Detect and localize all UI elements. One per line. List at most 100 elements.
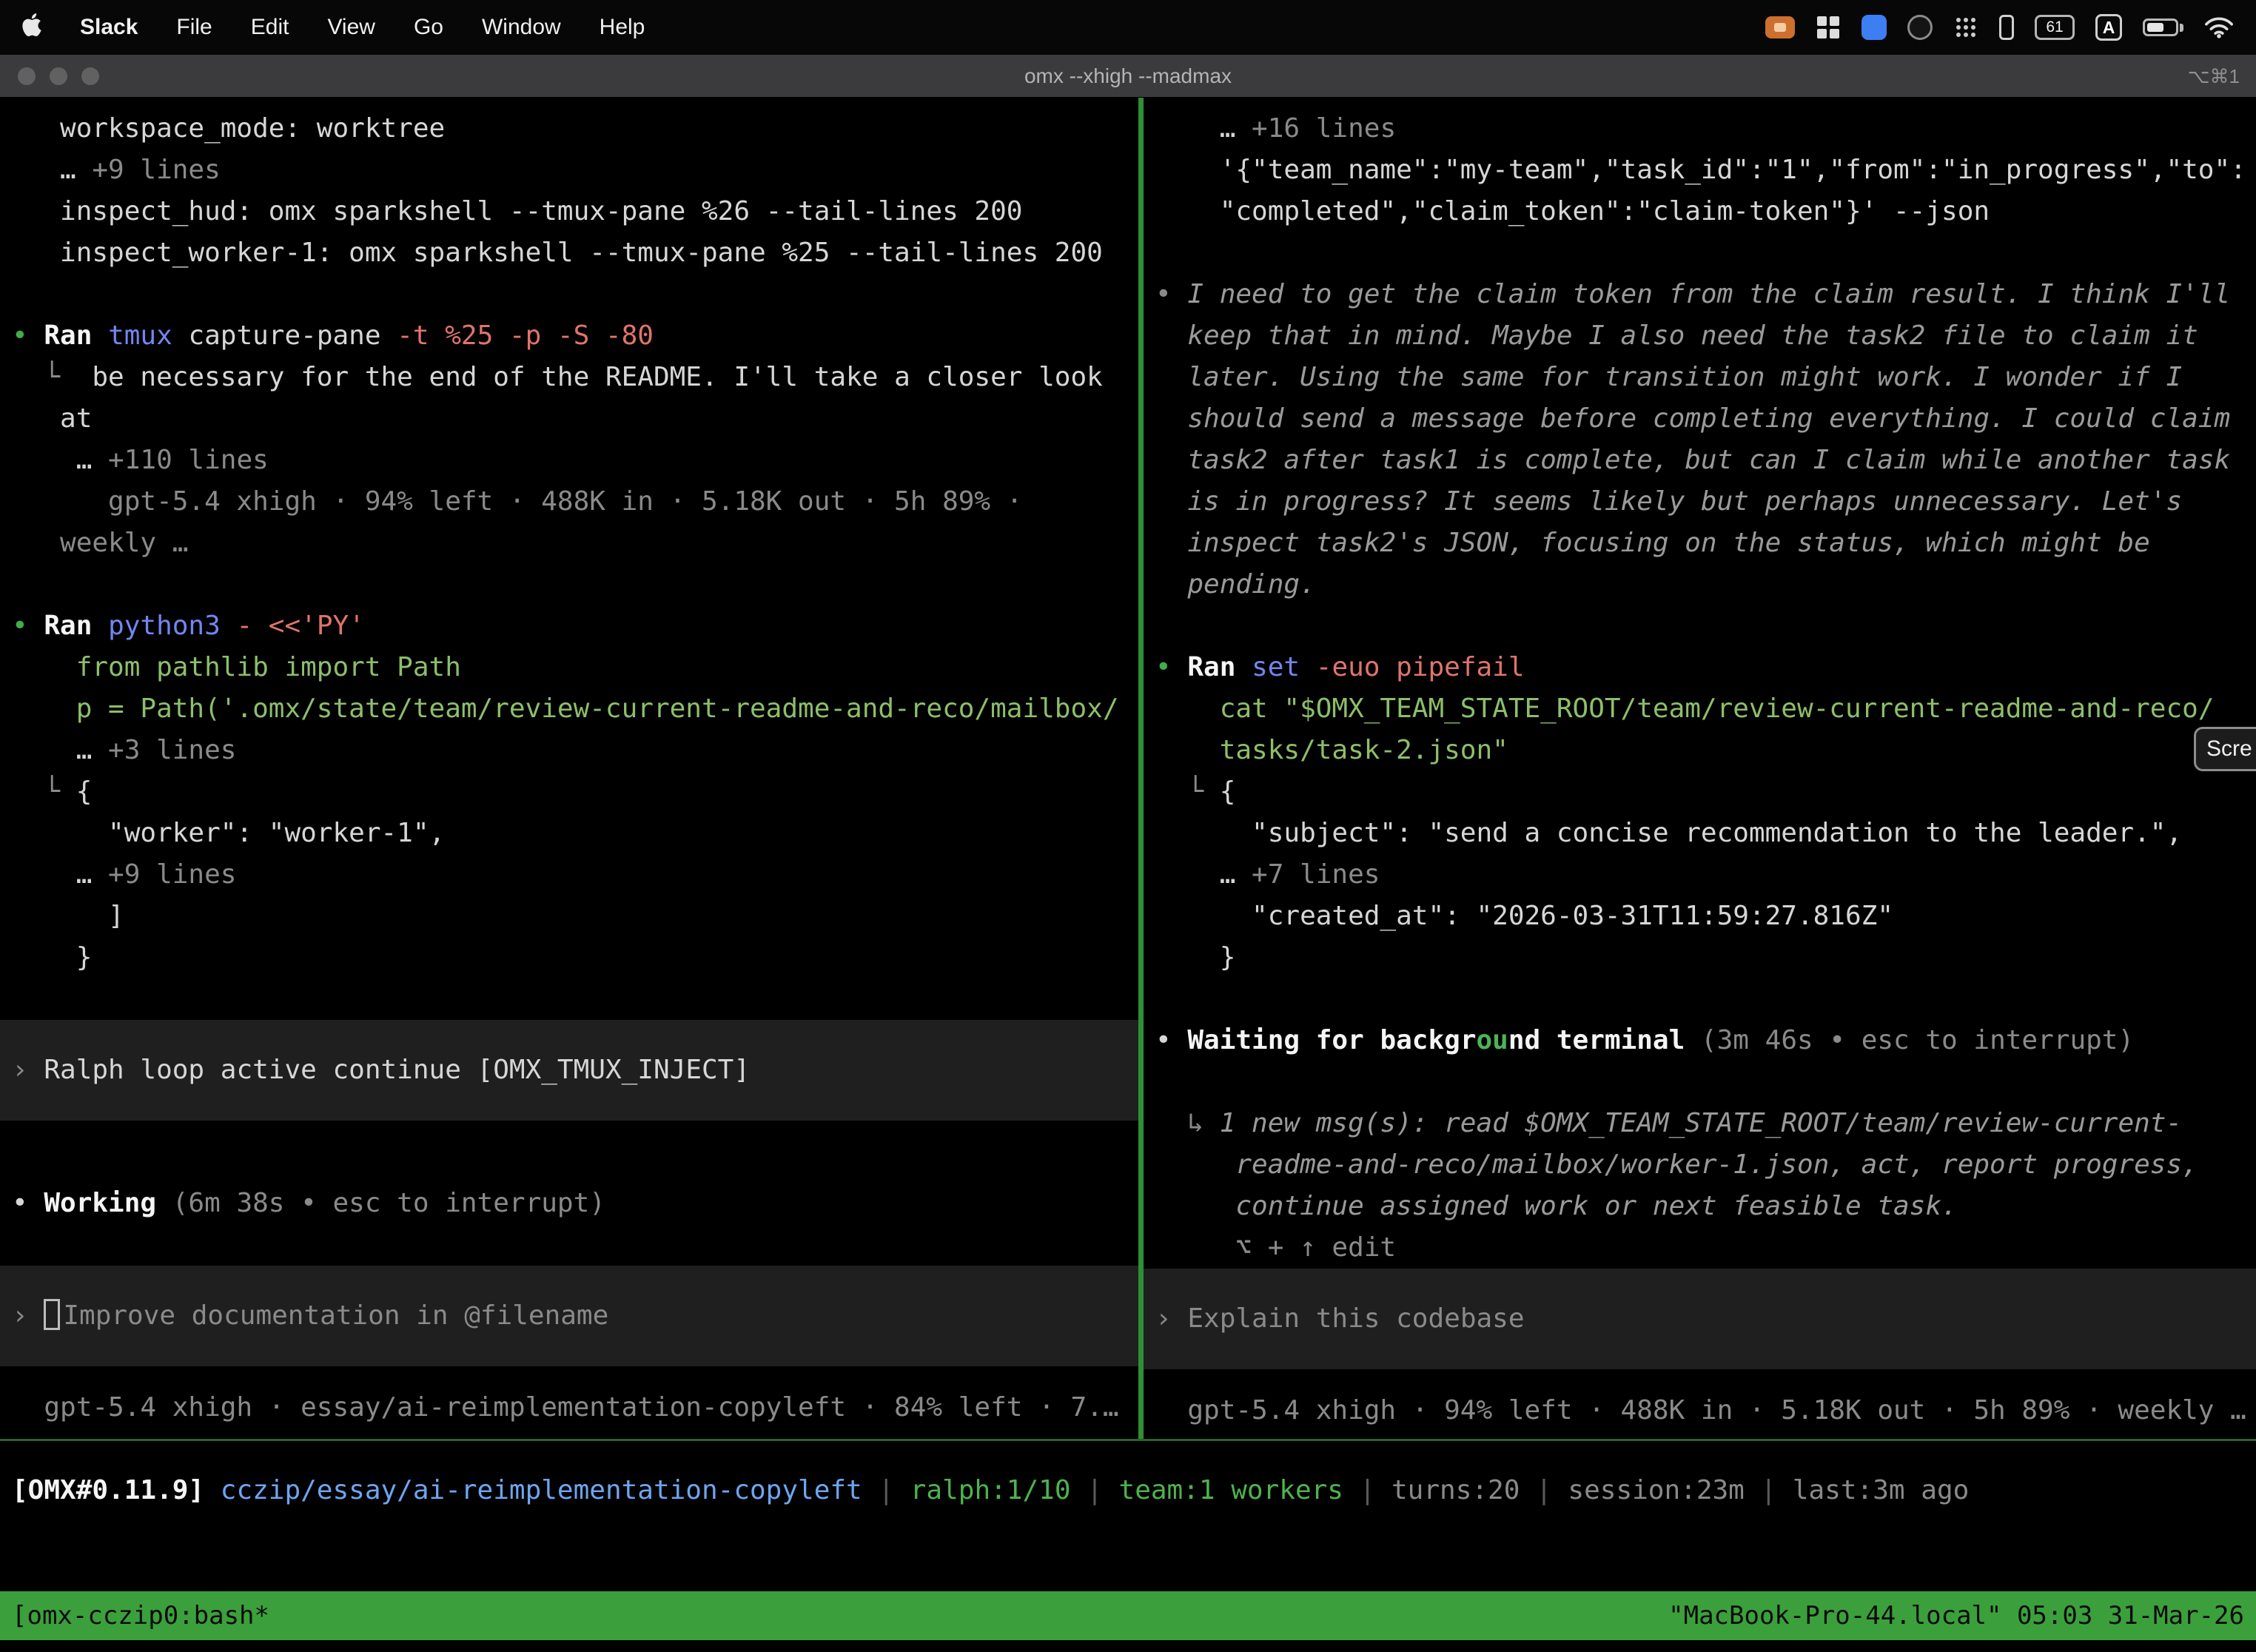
terminal-line bbox=[1155, 605, 2256, 647]
text-segment: "completed","claim_token":"claim-token"}… bbox=[1155, 196, 1990, 226]
app-circle-icon[interactable] bbox=[1907, 11, 1933, 44]
battery-percentage-value: 61 bbox=[2046, 19, 2063, 36]
text-segment: ou bbox=[1477, 1025, 1508, 1055]
tmux-host-clock: "MacBook-Pro-44.local" 05:03 31-Mar-26 bbox=[1668, 1601, 2244, 1631]
terminal-line: "worker": "worker-1", bbox=[12, 813, 1138, 854]
terminal-line: pending. bbox=[1155, 564, 2256, 605]
text-segment: should send a message before completing … bbox=[1155, 403, 2230, 434]
text-segment: weekly … bbox=[12, 528, 188, 558]
terminal-line: └ be necessary for the end of the README… bbox=[12, 357, 1138, 398]
text-segment: Ran bbox=[44, 320, 108, 351]
menu-bar-left: Slack File Edit View Go Window Help bbox=[22, 13, 645, 42]
text-segment: I need to get the claim token from the c… bbox=[1187, 279, 2230, 309]
text-segment: session:23m bbox=[1568, 1475, 1744, 1505]
text-segment: | bbox=[862, 1475, 910, 1505]
battery-percentage-icon[interactable]: 61 bbox=[2035, 15, 2075, 40]
text-segment: -t %25 -p -S -80 bbox=[397, 320, 654, 351]
terminal-line: p = Path('.omx/state/team/review-current… bbox=[12, 688, 1138, 730]
menu-item-edit[interactable]: Edit bbox=[251, 15, 289, 40]
prompt-suggestion[interactable]: › Explain this codebase bbox=[1144, 1269, 2256, 1369]
terminal-line bbox=[1155, 1061, 2256, 1103]
text-segment: … bbox=[1155, 113, 1252, 144]
apple-menu[interactable] bbox=[22, 13, 41, 42]
terminal-line: } bbox=[1155, 937, 2256, 978]
terminal-line: ↳ 1 new msg(s): read $OMX_TEAM_STATE_ROO… bbox=[1155, 1103, 2256, 1144]
terminal-line: weekly … bbox=[12, 523, 1138, 564]
text-segment: • bbox=[12, 1188, 44, 1218]
text-segment: └ bbox=[12, 362, 92, 392]
text-segment: … bbox=[12, 155, 92, 185]
text-segment: └ bbox=[1155, 776, 1220, 807]
right-pane[interactable]: … +16 lines '{"team_name":"my-team","tas… bbox=[1144, 98, 2256, 1439]
ralph-loop-input[interactable]: › Ralph loop active continue [OMX_TMUX_I… bbox=[0, 1020, 1138, 1121]
menu-item-window[interactable]: Window bbox=[482, 15, 561, 40]
terminal-line: later. Using the same for transition mig… bbox=[1155, 357, 2256, 398]
tmux-status-bar: [omx-cczip0:bash* "MacBook-Pro-44.local"… bbox=[0, 1591, 2256, 1640]
text-segment: last:3m ago bbox=[1793, 1475, 1969, 1505]
tmux-session-label: [omx-cczip0:bash* bbox=[12, 1601, 269, 1631]
terminal-content: workspace_mode: worktree … +9 lines insp… bbox=[0, 98, 2256, 1652]
left-pane[interactable]: workspace_mode: worktree … +9 lines insp… bbox=[0, 98, 1138, 1439]
terminal-line: workspace_mode: worktree bbox=[12, 108, 1138, 150]
text-segment: '{"team_name":"my-team","task_id":"1","f… bbox=[1155, 155, 2246, 185]
terminal-line: continue assigned work or next feasible … bbox=[1155, 1186, 2256, 1227]
terminal-line bbox=[1155, 1369, 2256, 1390]
text-segment: tasks/task-2.json" bbox=[1155, 735, 1508, 765]
utility-icon[interactable] bbox=[1999, 11, 2014, 44]
terminal-line: • Ran python3 - <<'PY' bbox=[12, 605, 1138, 647]
wifi-icon[interactable] bbox=[2204, 11, 2234, 44]
terminal-line: … +3 lines bbox=[12, 730, 1138, 771]
text-segment: +9 lines bbox=[108, 859, 236, 890]
terminal-line bbox=[1155, 978, 2256, 1020]
terminal-line: ] bbox=[12, 896, 1138, 937]
input-source-letter: A bbox=[2103, 18, 2115, 38]
text-segment: workspace_mode: worktree bbox=[12, 113, 445, 144]
text-segment: be necessary for the end of the README. … bbox=[92, 362, 1102, 392]
text-segment: nd terminal bbox=[1508, 1025, 1701, 1055]
terminal-line: • Ran set -euo pipefail bbox=[1155, 647, 2256, 688]
text-segment: • bbox=[1155, 652, 1187, 682]
text-segment: readme-and-reco/mailbox/worker-1.json, a… bbox=[1155, 1149, 2198, 1180]
raycast-icon[interactable] bbox=[1861, 11, 1887, 44]
text-segment: | bbox=[1520, 1475, 1568, 1505]
battery-icon[interactable] bbox=[2143, 11, 2183, 44]
terminal-line: └ { bbox=[1155, 771, 2256, 813]
text-segment: • bbox=[12, 611, 44, 641]
text-segment: turns:20 bbox=[1391, 1475, 1520, 1505]
text-segment: └ bbox=[12, 776, 76, 807]
terminal-line bbox=[12, 1224, 1138, 1266]
text-segment: › bbox=[1155, 1303, 1187, 1334]
pane-divider[interactable] bbox=[1138, 98, 1144, 1439]
text-segment: Explain this codebase bbox=[1187, 1303, 1524, 1334]
text-segment: … bbox=[1155, 859, 1252, 890]
terminal-line: } bbox=[12, 937, 1138, 978]
menu-item-view[interactable]: View bbox=[327, 15, 375, 40]
screen-recording-icon[interactable] bbox=[1765, 16, 1795, 38]
text-segment: continue assigned work or next feasible … bbox=[1155, 1191, 1958, 1221]
menu-item-file[interactable]: File bbox=[176, 15, 212, 40]
text-segment: +9 lines bbox=[92, 155, 220, 185]
text-segment: (6m 38s • esc to interrupt) bbox=[172, 1188, 605, 1218]
terminal-line bbox=[12, 564, 1138, 605]
input-source-icon[interactable]: A bbox=[2095, 14, 2122, 41]
menu-item-go[interactable]: Go bbox=[414, 15, 443, 40]
text-segment: | bbox=[1745, 1475, 1793, 1505]
terminal-line bbox=[12, 978, 1138, 1020]
dots-grid-icon[interactable] bbox=[1953, 11, 1978, 44]
text-segment: later. Using the same for transition mig… bbox=[1155, 362, 2182, 392]
terminal-line bbox=[12, 1162, 1138, 1183]
menu-app-name[interactable]: Slack bbox=[80, 15, 138, 40]
window-grid-icon[interactable] bbox=[1816, 11, 1841, 44]
screenshot-popup[interactable]: Scre bbox=[2194, 727, 2256, 771]
text-segment: gpt-5.4 xhigh · 94% left · 488K in · 5.1… bbox=[12, 486, 1022, 517]
text-segment: ] bbox=[12, 901, 124, 931]
terminal-line: inspect_worker-1: omx sparkshell --tmux-… bbox=[12, 232, 1138, 274]
menu-item-help[interactable]: Help bbox=[600, 15, 645, 40]
text-segment: gpt-5.4 xhigh · essay/ai-reimplementatio… bbox=[12, 1392, 1119, 1423]
terminal-line: … +7 lines bbox=[1155, 854, 2256, 896]
prompt-input[interactable]: › Improve documentation in @filename bbox=[0, 1266, 1138, 1366]
apple-icon bbox=[22, 13, 41, 36]
terminal-line: inspect task2's JSON, focusing on the st… bbox=[1155, 523, 2256, 564]
text-segment: { bbox=[76, 776, 93, 807]
text-segment: [OMX#0.11.9] bbox=[12, 1475, 221, 1505]
